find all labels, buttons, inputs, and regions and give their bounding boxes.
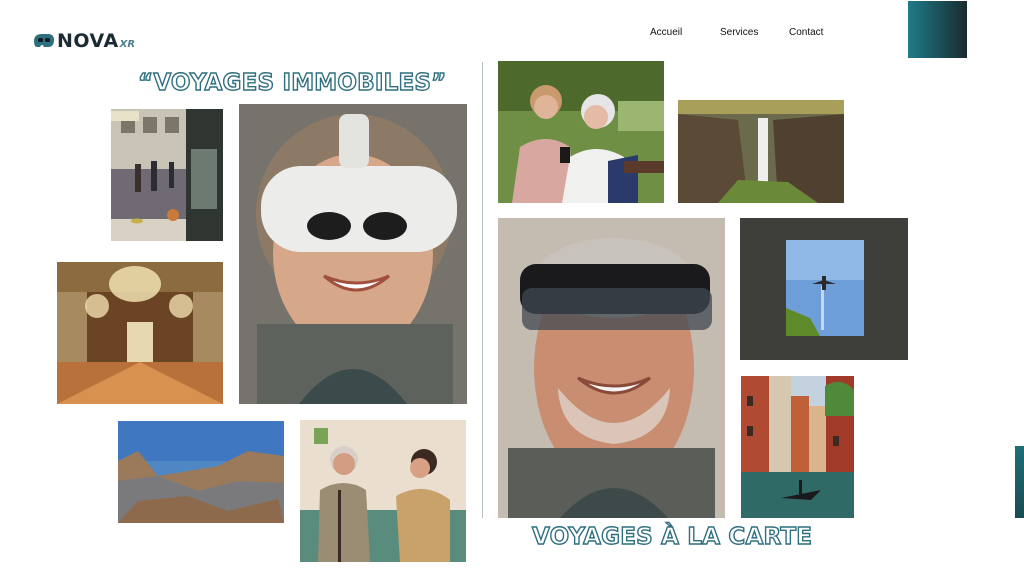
venice-canal-photo bbox=[741, 376, 854, 518]
nav-services-link[interactable]: Services bbox=[720, 27, 758, 38]
airplane-window-photo bbox=[740, 218, 908, 360]
vr-headset-logo-icon bbox=[32, 32, 56, 50]
man-ar-headset-photo bbox=[498, 218, 725, 518]
women-smartphone-photo bbox=[498, 61, 664, 203]
brand-suffix: XR bbox=[119, 38, 136, 50]
nav-contact-link[interactable]: Contact bbox=[789, 27, 823, 38]
section-divider bbox=[482, 62, 483, 518]
brand-logo[interactable]: NOVA XR bbox=[32, 30, 135, 52]
nav-accueil-link[interactable]: Accueil bbox=[650, 27, 682, 38]
brand-name: NOVA bbox=[57, 30, 119, 52]
street-cafe-photo bbox=[111, 109, 223, 241]
waterfall-cliff-photo bbox=[678, 100, 844, 203]
woman-vr-headset-photo bbox=[239, 104, 467, 404]
canyon-landscape-photo bbox=[118, 421, 284, 523]
decorative-edge-bar bbox=[1015, 446, 1024, 518]
decorative-teal-block bbox=[908, 1, 967, 58]
caregiver-elderly-photo bbox=[300, 420, 466, 562]
section-title-voyages-a-la-carte: VOYAGES À LA CARTE bbox=[531, 523, 813, 550]
hall-of-mirrors-photo bbox=[57, 262, 223, 404]
section-title-voyages-immobiles: “VOYAGES IMMOBILES” bbox=[137, 69, 447, 96]
